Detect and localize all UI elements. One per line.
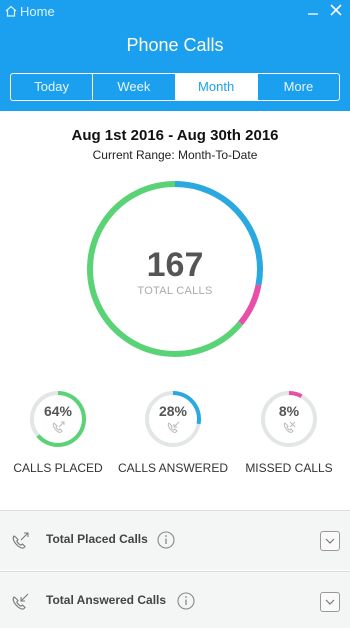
window-titlebar: Home [0, 0, 350, 24]
calls-answered-label: CALLS ANSWERED [117, 461, 229, 475]
close-icon [330, 4, 342, 16]
page-title: Phone Calls [126, 35, 224, 55]
tab-month[interactable]: Month [175, 74, 258, 100]
missed-calls-ring [261, 391, 317, 447]
placed-progress-arc [36, 391, 86, 447]
info-icon[interactable] [157, 531, 175, 549]
current-range: Current Range: Month-To-Date [92, 148, 258, 162]
row-label: Total Placed Calls [46, 532, 148, 546]
missed-calls-label: MISSED CALLS [245, 461, 333, 475]
calls-placed-label: CALLS PLACED [13, 461, 103, 475]
missed-calls-percent: 8% [278, 403, 300, 419]
close-button[interactable] [328, 2, 344, 20]
calls-answered-percent: 28% [158, 403, 188, 419]
window-title: Home [20, 4, 55, 19]
total-answered-calls-row[interactable]: Total Answered Calls [0, 571, 350, 628]
calls-answered-ring [145, 391, 201, 447]
total-calls-label: TOTAL CALLS [137, 285, 213, 297]
calls-placed-ring [30, 391, 86, 447]
tab-week[interactable]: Week [93, 74, 176, 100]
info-icon[interactable] [177, 592, 195, 610]
chevron-down-icon [325, 538, 335, 544]
total-placed-calls-row[interactable]: Total Placed Calls [0, 510, 350, 570]
incoming-call-icon [167, 421, 180, 433]
outgoing-call-icon [12, 532, 29, 549]
minimize-icon [308, 13, 318, 15]
total-calls-count: 167 [146, 246, 204, 284]
expand-button[interactable] [320, 592, 340, 612]
incoming-call-icon [12, 593, 29, 610]
app-header: Home Phone Calls Today Week Month More [0, 0, 350, 111]
home-icon [5, 5, 17, 17]
tab-more[interactable]: More [258, 74, 339, 100]
missed-call-icon [283, 421, 296, 433]
chevron-down-icon [325, 599, 335, 605]
ring-track [261, 391, 317, 447]
row-label: Total Answered Calls [46, 593, 167, 607]
expand-button[interactable] [320, 531, 340, 551]
calls-placed-percent: 64% [43, 403, 73, 419]
range-tabs: Today Week Month More [10, 73, 340, 101]
outgoing-call-icon [52, 421, 65, 433]
tab-today[interactable]: Today [11, 74, 94, 100]
date-range: Aug 1st 2016 - Aug 30th 2016 [71, 127, 279, 144]
minimize-button[interactable] [305, 2, 321, 20]
missed-progress-arc [288, 391, 303, 399]
